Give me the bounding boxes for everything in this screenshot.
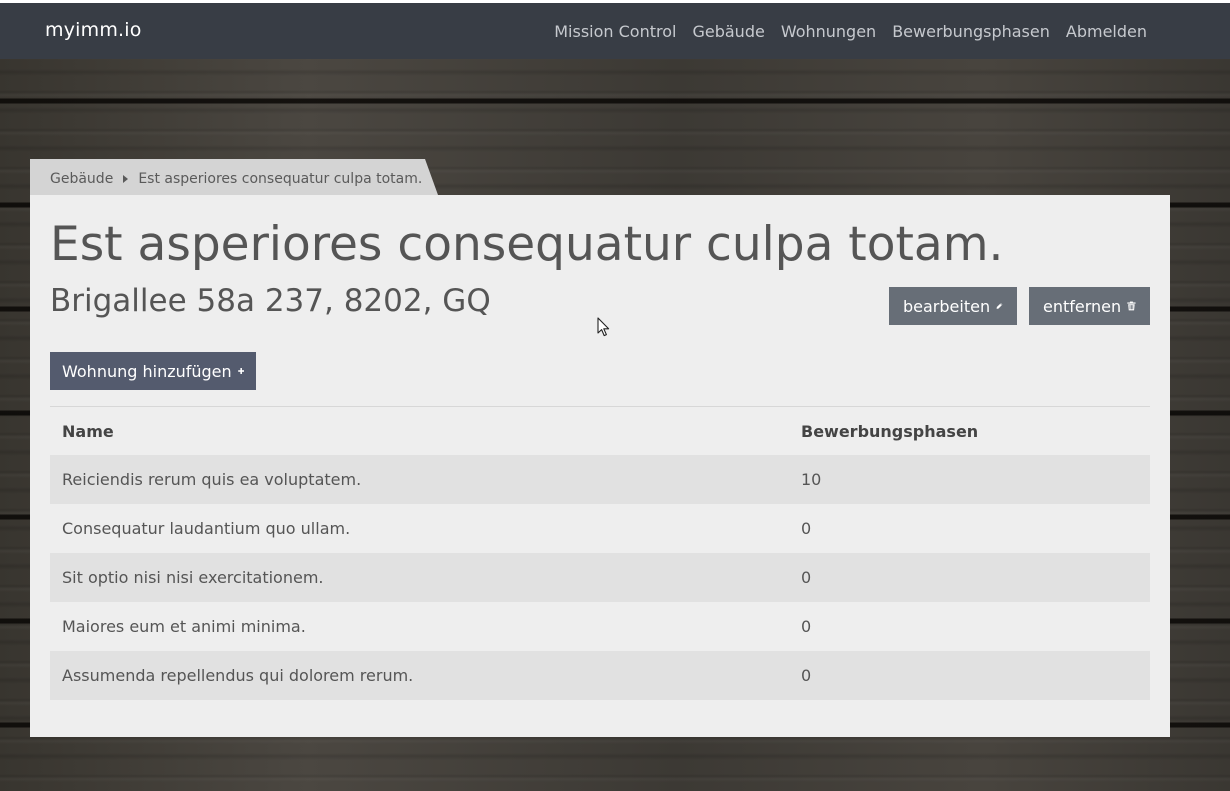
application-phase-count: 0 [801,617,812,636]
application-phase-count: 0 [801,568,812,587]
edit-button[interactable]: bearbeiten [889,287,1017,325]
add-apartment-button[interactable]: Wohnung hinzufügen [50,352,256,390]
plus-icon [237,368,244,374]
delete-button[interactable]: entfernen [1029,287,1150,325]
nav-link-mission-control[interactable]: Mission Control [554,22,676,41]
nav-link-gebaeude[interactable]: Gebäude [692,22,764,41]
apartment-name[interactable]: Assumenda repellendus qui dolorem rerum. [50,651,789,700]
breadcrumb-item-gebaeude[interactable]: Gebäude [50,171,113,187]
breadcrumb: Gebäude Est asperiores consequatur culpa… [50,171,422,187]
apartment-name[interactable]: Sit optio nisi nisi exercitationem. [50,553,789,602]
application-phase-count: 0 [801,519,812,538]
pencil-icon [996,303,1003,309]
delete-button-label: entfernen [1043,296,1122,316]
nav-links: Mission Control Gebäude Wohnungen Bewerb… [554,3,1147,59]
building-card: Est asperiores consequatur culpa totam. … [30,195,1170,737]
nav-link-abmelden[interactable]: Abmelden [1066,22,1147,41]
table-row[interactable]: Sit optio nisi nisi exercitationem. 0 [50,553,1150,602]
brand-logo[interactable]: myimm.io [45,19,142,41]
application-phase-count: 0 [801,666,812,685]
edit-button-label: bearbeiten [903,296,991,316]
nav-link-wohnungen[interactable]: Wohnungen [781,22,876,41]
table-row[interactable]: Reiciendis rerum quis ea voluptatem. 10 [50,455,1150,504]
column-header-name[interactable]: Name [50,407,789,455]
nav-link-bewerbungsphasen[interactable]: Bewerbungsphasen [892,22,1050,41]
apartments-table: Name Bewerbungsphasen Reiciendis rerum q… [50,407,1150,700]
page-title: Est asperiores consequatur culpa totam. [50,217,1004,272]
apartment-name[interactable]: Reiciendis rerum quis ea voluptatem. [50,455,789,504]
application-phase-count: 10 [801,470,822,489]
top-navbar: myimm.io Mission Control Gebäude Wohnung… [0,3,1230,59]
table-row[interactable]: Maiores eum et animi minima. 0 [50,602,1150,651]
breadcrumb-item-current: Est asperiores consequatur culpa totam. [138,171,423,187]
table-header-row: Name Bewerbungsphasen [50,407,1150,455]
apartment-name[interactable]: Maiores eum et animi minima. [50,602,789,651]
mouse-cursor-icon [597,317,610,337]
table-row[interactable]: Consequatur laudantium quo ullam. 0 [50,504,1150,553]
column-header-application-phases[interactable]: Bewerbungsphasen [789,407,1150,455]
caret-right-icon [123,175,129,183]
trash-icon [1127,301,1136,311]
building-address: Brigallee 58a 237, 8202, GQ [50,283,491,319]
apartment-name[interactable]: Consequatur laudantium quo ullam. [50,504,789,553]
add-apartment-button-label: Wohnung hinzufügen [62,361,232,381]
table-row[interactable]: Assumenda repellendus qui dolorem rerum.… [50,651,1150,700]
